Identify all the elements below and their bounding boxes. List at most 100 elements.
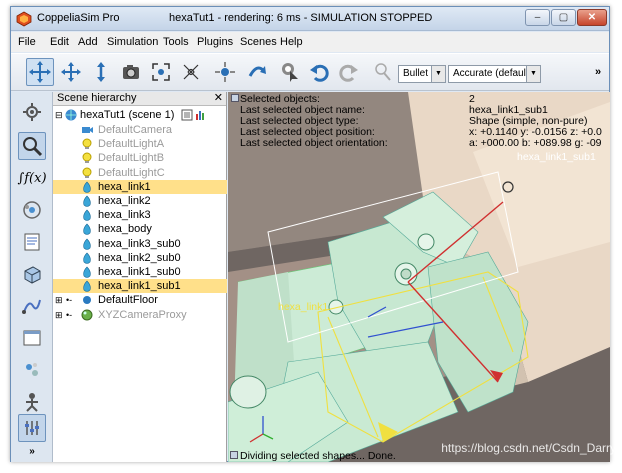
hierarchy-item[interactable]: hexa_body bbox=[53, 222, 227, 236]
hierarchy-item[interactable]: hexa_link3 bbox=[53, 208, 227, 222]
page-selector-icon[interactable] bbox=[18, 356, 46, 384]
menu-add[interactable]: Add bbox=[78, 36, 98, 48]
menu-help[interactable]: Help bbox=[280, 36, 303, 48]
hierarchy-item-label: hexa_link2 bbox=[98, 195, 151, 207]
shape-icon bbox=[81, 209, 93, 221]
hierarchy-item-label: DefaultLightB bbox=[98, 152, 165, 165]
hierarchy-item[interactable]: hexa_link1_sub0 bbox=[53, 265, 227, 279]
menu-bar: File Edit Add Simulation Tools Plugins S… bbox=[11, 32, 609, 52]
scene-viewport[interactable]: Selected objects: Last selected object n… bbox=[228, 92, 610, 462]
shape-icon bbox=[81, 280, 93, 292]
maximize-button[interactable]: ▢ bbox=[551, 9, 576, 26]
expand-icon[interactable]: ⊞ bbox=[55, 308, 63, 322]
hierarchy-title: Scene hierarchy bbox=[57, 92, 137, 104]
hierarchy-item-label: DefaultLightC bbox=[98, 166, 165, 179]
visibility-icon[interactable]: •- bbox=[66, 308, 72, 322]
menu-edit[interactable]: Edit bbox=[50, 36, 69, 48]
redo-icon[interactable] bbox=[335, 58, 363, 86]
hierarchy-close-button[interactable]: ✕ bbox=[214, 92, 223, 105]
menu-plugins[interactable]: Plugins bbox=[197, 36, 233, 48]
window-title: hexaTut1 - rendering: 6 ms - SIMULATION … bbox=[169, 12, 433, 24]
hierarchy-item[interactable]: hexa_link1_sub1 bbox=[53, 279, 227, 294]
scene-globe-icon bbox=[65, 109, 77, 121]
hierarchy-header: Scene hierarchy ✕ bbox=[53, 92, 226, 106]
accuracy-select[interactable]: Accurate (default) ▼ bbox=[448, 65, 541, 83]
hierarchy-item-label: hexa_link1_sub1 bbox=[98, 280, 181, 293]
info-label-orientation: Last selected object orientation: bbox=[240, 137, 388, 149]
hierarchy-item[interactable]: hexa_link2 bbox=[53, 194, 227, 208]
scene-hierarchy-icon[interactable] bbox=[18, 132, 46, 160]
menu-file[interactable]: File bbox=[18, 36, 36, 48]
hierarchy-item[interactable]: DefaultLightA bbox=[53, 137, 227, 151]
hierarchy-item[interactable]: DefaultLightC bbox=[53, 166, 227, 180]
hierarchy-item[interactable]: hexa_link1 bbox=[53, 179, 227, 194]
object-rotate-icon[interactable] bbox=[57, 58, 85, 86]
hierarchy-item-label: hexa_link1_sub0 bbox=[98, 266, 181, 278]
shapes-icon[interactable] bbox=[18, 260, 46, 288]
app-name: CoppeliaSim Pro bbox=[37, 12, 120, 24]
physics-engine-select[interactable]: Bullet ▼ bbox=[398, 65, 446, 83]
script-page-icon[interactable] bbox=[181, 109, 193, 121]
fit-view-icon[interactable] bbox=[147, 58, 175, 86]
camera-pan-icon[interactable] bbox=[87, 58, 115, 86]
scripts-icon[interactable] bbox=[18, 228, 46, 256]
camera-snapshot-icon[interactable] bbox=[117, 58, 145, 86]
click-select-icon[interactable] bbox=[275, 58, 303, 86]
shape-icon bbox=[81, 195, 93, 207]
left-toolbar: ∫f(x) » bbox=[11, 92, 53, 462]
hierarchy-item-label: hexa_link3_sub0 bbox=[98, 237, 181, 250]
light-bulb-icon bbox=[81, 167, 93, 179]
hierarchy-item-label: DefaultCamera bbox=[98, 124, 172, 136]
transfer-dna-icon[interactable] bbox=[243, 58, 271, 86]
app-logo-icon bbox=[16, 11, 32, 27]
undo-icon[interactable] bbox=[305, 58, 333, 86]
hierarchy-item-label: DefaultFloor bbox=[98, 294, 158, 307]
more-icon[interactable]: » bbox=[18, 444, 46, 458]
object-label-sub1: hexa_link1_sub1 bbox=[517, 151, 596, 163]
visibility-icon[interactable]: •- bbox=[66, 293, 72, 307]
hierarchy-item[interactable]: DefaultCamera bbox=[53, 123, 227, 137]
menu-tools[interactable]: Tools bbox=[163, 36, 189, 48]
shape-icon bbox=[81, 238, 93, 250]
close-button[interactable]: ✕ bbox=[577, 9, 607, 26]
views-icon[interactable] bbox=[18, 324, 46, 352]
paths-icon[interactable] bbox=[18, 292, 46, 320]
hierarchy-item[interactable]: hexa_link3_sub0 bbox=[53, 237, 227, 251]
shape-icon bbox=[81, 181, 93, 193]
camera-fly-icon[interactable] bbox=[177, 58, 205, 86]
expand-icon[interactable]: ⊞ bbox=[55, 293, 63, 307]
scene-root-label: hexaTut1 (scene 1) bbox=[80, 109, 175, 121]
menu-scenes[interactable]: Scenes bbox=[240, 36, 277, 48]
scene-hierarchy-panel: Scene hierarchy ✕ ⊟ hexaTut1 (scene 1) D… bbox=[53, 92, 227, 462]
minimize-button[interactable]: – bbox=[525, 9, 550, 26]
scene-root-row[interactable]: ⊟ hexaTut1 (scene 1) bbox=[53, 108, 227, 122]
scene-selector-icon[interactable] bbox=[18, 388, 46, 416]
assemble-icon[interactable] bbox=[211, 58, 239, 86]
hierarchy-item[interactable]: hexa_link2_sub0 bbox=[53, 251, 227, 265]
calculation-modules-icon[interactable]: ∫f(x) bbox=[17, 164, 46, 192]
collapse-icon[interactable]: ⊟ bbox=[55, 108, 63, 122]
toolbar-overflow-button[interactable]: » bbox=[595, 66, 601, 78]
camera-icon bbox=[81, 124, 93, 136]
model-browser-icon[interactable] bbox=[18, 98, 46, 126]
info-toggle-button[interactable] bbox=[231, 94, 239, 102]
hierarchy-item[interactable]: ⊞ •- XYZCameraProxy bbox=[53, 308, 227, 322]
object-label-link1: hexa_link1 bbox=[278, 301, 329, 313]
chevron-down-icon: ▼ bbox=[526, 66, 540, 82]
title-bar[interactable]: CoppeliaSim Pro hexaTut1 - rendering: 6 … bbox=[11, 7, 609, 31]
bar-chart-icon[interactable] bbox=[195, 109, 207, 121]
menu-simulation[interactable]: Simulation bbox=[107, 36, 158, 48]
main-toolbar: Bullet ▼ Accurate (default) ▼ » bbox=[11, 53, 609, 91]
simulation-settings-icon[interactable] bbox=[18, 414, 46, 442]
status-toggle-button[interactable] bbox=[230, 451, 238, 459]
object-shift-icon[interactable] bbox=[26, 58, 54, 86]
collections-icon[interactable] bbox=[18, 196, 46, 224]
light-icon[interactable] bbox=[369, 58, 397, 86]
hierarchy-item-label: hexa_link1 bbox=[98, 180, 151, 193]
shape-icon bbox=[81, 252, 93, 264]
hierarchy-item[interactable]: ⊞ •- DefaultFloor bbox=[53, 293, 227, 307]
hierarchy-item-label: hexa_link3 bbox=[98, 209, 151, 222]
chevron-down-icon: ▼ bbox=[431, 66, 445, 82]
hierarchy-item[interactable]: DefaultLightB bbox=[53, 151, 227, 165]
status-message: Dividing selected shapes... Done. bbox=[240, 450, 396, 462]
